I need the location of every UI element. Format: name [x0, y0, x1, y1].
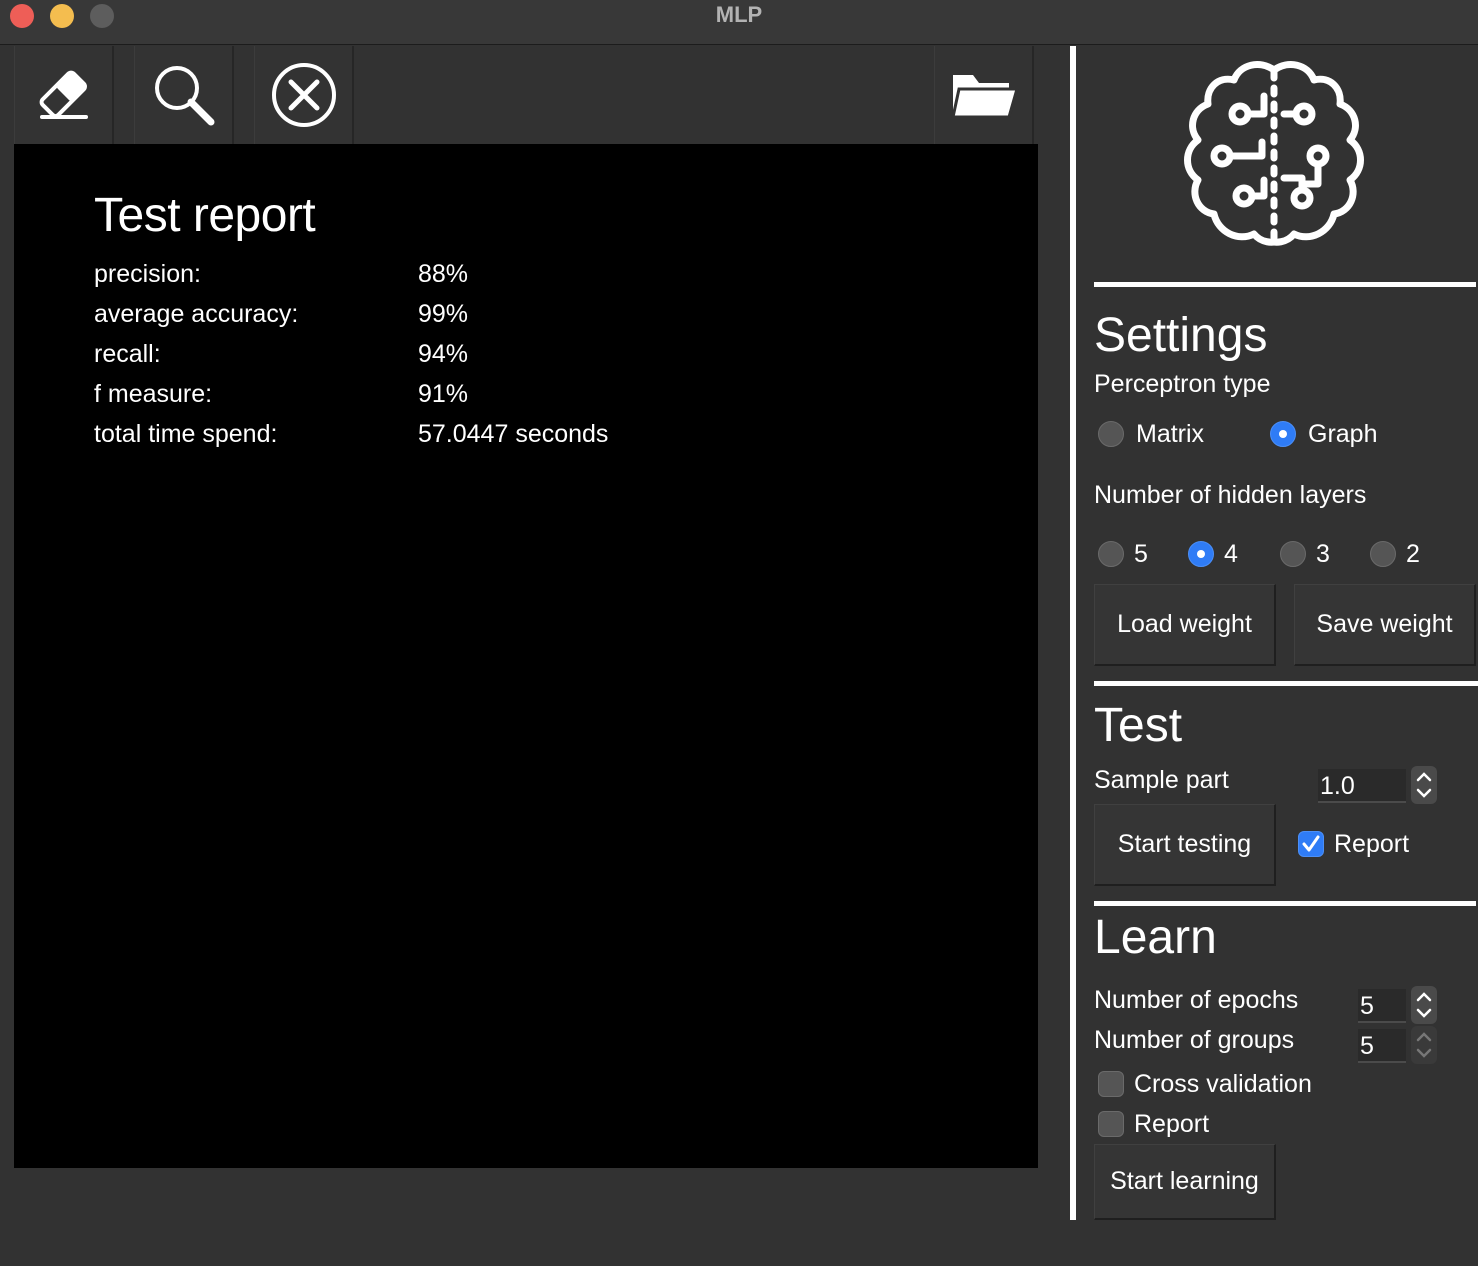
report-row-value: 94% [418, 340, 469, 368]
sample-part-field[interactable]: 1.0 [1318, 769, 1406, 803]
save-weight-button[interactable]: Save weight [1294, 584, 1476, 666]
cross-validation-checkbox[interactable] [1098, 1071, 1124, 1097]
chevron-up-down-icon [1416, 1032, 1432, 1058]
panel-divider [1070, 46, 1076, 1220]
chevron-up-down-icon [1416, 992, 1432, 1018]
sample-part-stepper[interactable] [1411, 766, 1437, 804]
section-divider [1094, 681, 1478, 686]
report-row-value: 57.0447 seconds [418, 420, 609, 448]
radio-layers-2-label: 2 [1406, 540, 1420, 568]
erase-button[interactable] [14, 46, 114, 144]
sample-part-label: Sample part [1094, 766, 1229, 794]
load-weight-button[interactable]: Load weight [1094, 584, 1276, 666]
radio-layers-5-label: 5 [1134, 540, 1148, 568]
cross-validation-label: Cross validation [1134, 1070, 1312, 1098]
open-file-button[interactable] [934, 46, 1034, 144]
eraser-icon [39, 70, 88, 119]
brain-circuit-icon [1184, 61, 1364, 246]
radio-graph-label: Graph [1308, 420, 1378, 448]
learn-title: Learn [1094, 911, 1217, 964]
settings-title: Settings [1094, 309, 1268, 362]
test-title: Test [1094, 699, 1183, 752]
groups-label: Number of groups [1094, 1026, 1295, 1054]
window-title: MLP [715, 2, 763, 27]
hidden-layers-label: Number of hidden layers [1094, 481, 1367, 509]
clear-button[interactable] [254, 46, 354, 144]
section-divider [1094, 901, 1476, 906]
folder-open-icon [950, 75, 1019, 119]
chevron-up-down-icon [1416, 772, 1432, 798]
perceptron-type-label: Perceptron type [1094, 370, 1271, 398]
groups-stepper[interactable] [1411, 1026, 1437, 1064]
radio-layers-3[interactable] [1280, 541, 1306, 567]
radio-layers-5[interactable] [1098, 541, 1124, 567]
title-bar: MLP [0, 0, 1478, 45]
radio-matrix-label: Matrix [1136, 420, 1205, 448]
report-row-label: average accuracy: [94, 300, 299, 328]
radio-layers-4[interactable] [1188, 541, 1214, 567]
report-row-label: total time spend: [94, 420, 278, 448]
start-learning-button[interactable]: Start learning [1094, 1144, 1276, 1220]
report-title: Test report [94, 189, 316, 242]
report-row-label: recall: [94, 340, 161, 368]
test-report-checkbox[interactable] [1298, 831, 1324, 857]
radio-layers-2[interactable] [1370, 541, 1396, 567]
groups-field[interactable]: 5 [1358, 1029, 1406, 1063]
test-report-label: Report [1334, 830, 1410, 858]
radio-graph[interactable] [1270, 421, 1296, 447]
report-row-value: 91% [418, 380, 469, 408]
search-button[interactable] [134, 46, 234, 144]
search-icon [154, 66, 214, 126]
epochs-field[interactable]: 5 [1358, 989, 1406, 1023]
report-panel: Test report precision: 88% average accur… [14, 144, 1038, 1168]
report-row-label: precision: [94, 260, 201, 288]
close-circle-icon [271, 63, 336, 127]
report-row-label: f measure: [94, 380, 213, 408]
learn-report-checkbox[interactable] [1098, 1111, 1124, 1137]
checkmark-icon [1302, 835, 1320, 852]
section-divider [1094, 282, 1476, 287]
radio-matrix[interactable] [1098, 421, 1124, 447]
report-row-value: 88% [418, 260, 469, 288]
learn-report-label: Report [1134, 1110, 1210, 1138]
start-testing-button[interactable]: Start testing [1094, 804, 1276, 886]
epochs-label: Number of epochs [1094, 986, 1299, 1014]
radio-layers-4-label: 4 [1224, 540, 1238, 568]
radio-layers-3-label: 3 [1316, 540, 1330, 568]
epochs-stepper[interactable] [1411, 986, 1437, 1024]
report-row-value: 99% [418, 300, 469, 328]
